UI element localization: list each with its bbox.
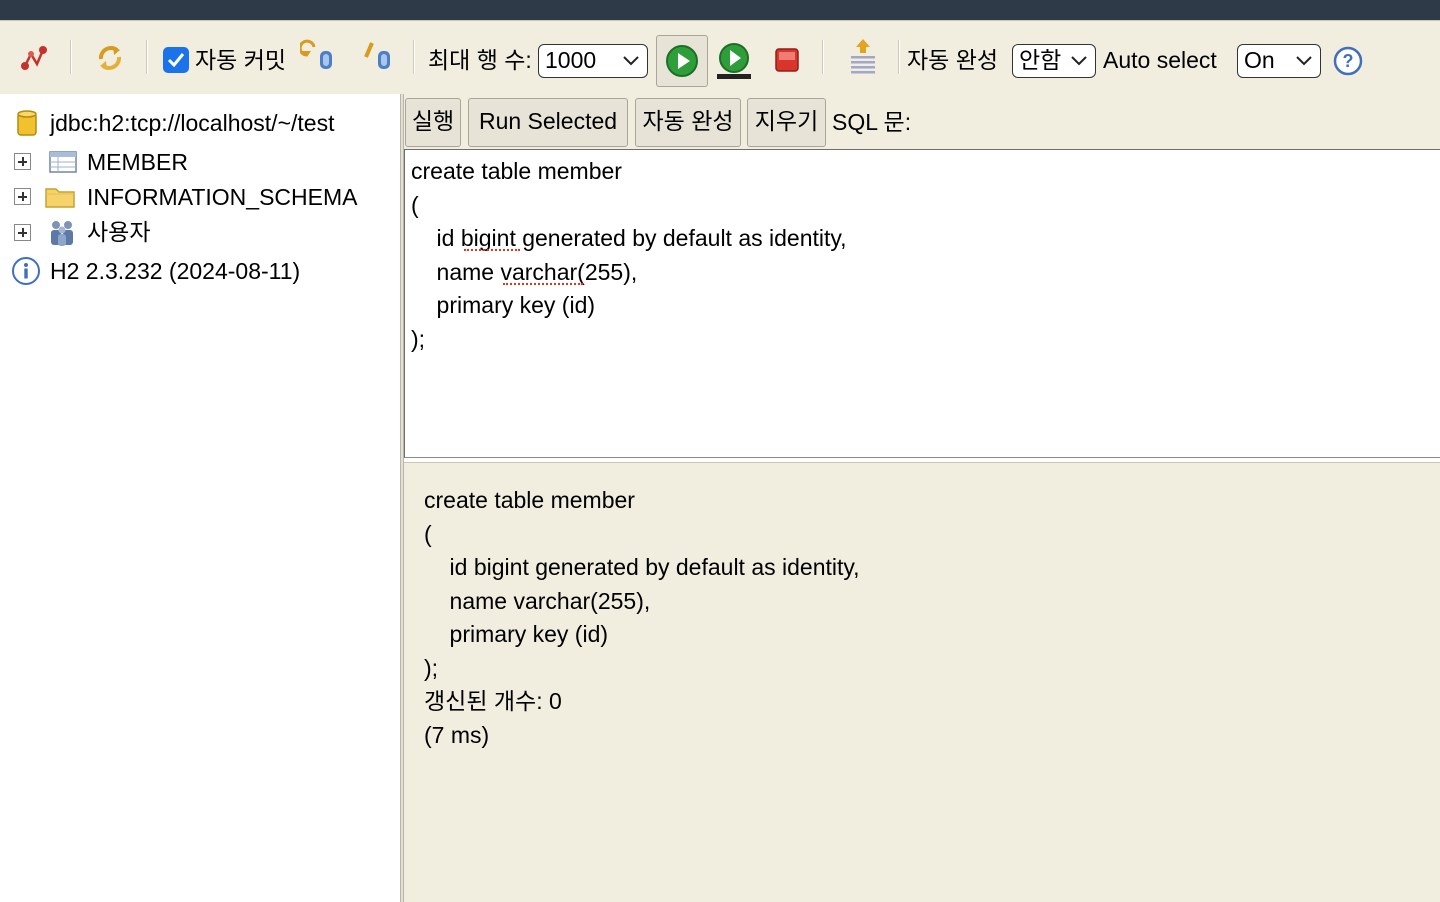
spellcheck-marker xyxy=(464,249,520,251)
chevron-down-icon xyxy=(1071,56,1087,66)
toolbar: 자동 커밋 최대 행 수: 1000 자동 완성 안함 Auto select … xyxy=(0,20,1440,94)
folder-icon xyxy=(44,182,76,210)
table-icon xyxy=(48,149,78,175)
result-line: primary key (id) xyxy=(424,621,609,647)
max-rows-select[interactable]: 1000 xyxy=(538,44,648,78)
result-line: create table member xyxy=(424,487,635,513)
auto-select-value: On xyxy=(1244,47,1275,73)
rollback-icon[interactable] xyxy=(300,39,336,73)
auto-commit-checkbox[interactable] xyxy=(163,47,189,73)
editor-line: create table member xyxy=(411,158,622,184)
h2-version: H2 2.3.232 (2024-08-11) xyxy=(50,258,301,284)
sql-editor[interactable]: create table member ( id bigint generate… xyxy=(404,149,1440,458)
result-line: ( xyxy=(424,521,432,547)
toolbar-separator xyxy=(70,40,72,74)
commit-icon[interactable] xyxy=(360,39,396,73)
autocomplete-button[interactable]: 자동 완성 xyxy=(635,98,741,147)
help-icon[interactable]: ? xyxy=(1333,46,1363,76)
tree-item-information-schema[interactable]: INFORMATION_SCHEMA xyxy=(87,182,357,212)
svg-text:?: ? xyxy=(1343,51,1354,71)
editor-line-text: id bigint generated by default as identi… xyxy=(411,225,847,251)
refresh-icon[interactable] xyxy=(92,41,128,75)
autocomplete-select[interactable]: 안함 xyxy=(1012,44,1096,78)
toolbar-separator xyxy=(146,40,148,74)
run-selected-icon[interactable] xyxy=(714,41,754,81)
max-rows-value: 1000 xyxy=(545,47,597,73)
disconnect-icon[interactable] xyxy=(16,41,52,75)
result-line: ); xyxy=(424,655,439,681)
users-icon xyxy=(46,216,78,248)
max-rows-label: 최대 행 수: xyxy=(428,47,532,73)
autocomplete-value: 안함 xyxy=(1019,47,1062,73)
history-icon[interactable] xyxy=(846,37,880,77)
auto-select-label: Auto select xyxy=(1103,47,1217,73)
connection-url[interactable]: jdbc:h2:tcp://localhost/~/test xyxy=(50,108,334,138)
window-top-bar xyxy=(0,0,1440,20)
result-line: id bigint generated by default as identi… xyxy=(424,554,860,580)
schema-tree: jdbc:h2:tcp://localhost/~/test MEMBER IN… xyxy=(0,94,400,902)
run-icon xyxy=(666,45,698,77)
autocomplete-label: 자동 완성 xyxy=(907,47,999,73)
result-panel: create table member ( id bigint generate… xyxy=(404,462,1440,902)
execution-time: (7 ms) xyxy=(424,722,490,748)
sql-statement-label: SQL 문: xyxy=(832,109,912,135)
toolbar-separator xyxy=(898,40,900,74)
toolbar-separator xyxy=(822,40,824,74)
info-icon xyxy=(11,256,41,286)
run-button[interactable] xyxy=(656,35,708,87)
expand-icon[interactable] xyxy=(14,153,31,170)
auto-commit-label: 자동 커밋 xyxy=(195,47,287,73)
chevron-down-icon xyxy=(1296,56,1312,66)
tree-item-users[interactable]: 사용자 xyxy=(87,217,150,247)
clear-button[interactable]: 지우기 xyxy=(747,98,826,147)
editor-line: ( xyxy=(411,192,419,218)
auto-select-select[interactable]: On xyxy=(1237,44,1321,78)
result-line: name varchar(255), xyxy=(424,588,651,614)
spellcheck-marker xyxy=(503,283,583,285)
query-bar: 실행 Run Selected 자동 완성 지우기 SQL 문: xyxy=(404,94,1440,149)
run-text-button[interactable]: 실행 xyxy=(405,98,461,147)
chevron-down-icon xyxy=(623,56,639,66)
tree-item-member[interactable]: MEMBER xyxy=(87,147,188,177)
expand-icon[interactable] xyxy=(14,224,31,241)
stop-icon[interactable] xyxy=(772,45,802,75)
database-icon xyxy=(14,108,40,140)
editor-line: primary key (id) xyxy=(411,292,596,318)
toolbar-separator xyxy=(413,40,415,74)
update-count: 갱신된 개수: 0 xyxy=(424,688,562,714)
run-selected-button[interactable]: Run Selected xyxy=(468,98,628,147)
editor-line: ); xyxy=(411,326,426,352)
expand-icon[interactable] xyxy=(14,188,31,205)
